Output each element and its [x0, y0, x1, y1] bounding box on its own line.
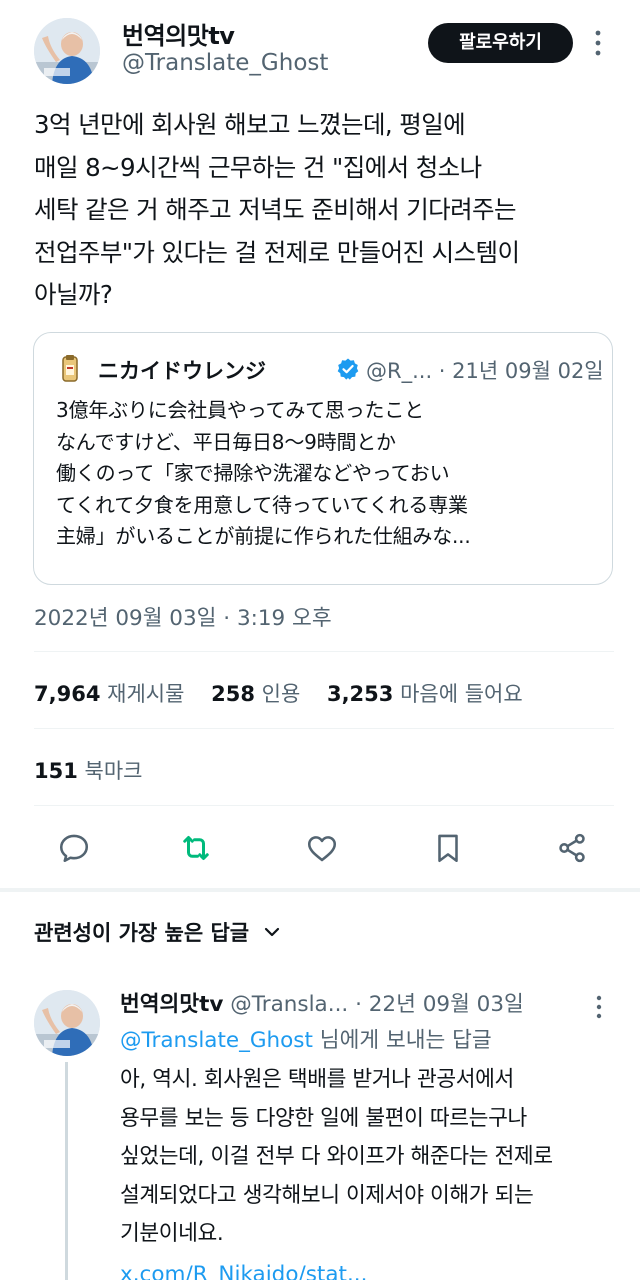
quoted-tweet-card[interactable]: ニカイドウレンジ @R_... · 21년 09월 02일 3億年ぶりに会社員や… [33, 332, 613, 585]
chevron-down-icon [262, 922, 282, 947]
quotes-count: 258 [211, 682, 255, 706]
more-vertical-icon[interactable] [590, 992, 608, 1022]
reply-header: 번역의맛tv @Transla... · 22년 09월 03일 [120, 987, 524, 1018]
bookmarks-count: 151 [34, 759, 78, 783]
reply-mention-link[interactable]: @Translate_Ghost [120, 1028, 313, 1053]
quotes-label: 인용 [261, 682, 301, 706]
divider [34, 805, 614, 806]
divider [34, 728, 614, 729]
retweets-stat[interactable]: 7,964 재게시물 [34, 678, 184, 708]
follow-button[interactable]: 팔로우하기 [428, 23, 573, 63]
section-divider [0, 888, 640, 892]
reply-url-link[interactable]: x.com/R_Nikaido/stat... [120, 1262, 367, 1280]
reply-author-name[interactable]: 번역의맛tv [120, 992, 223, 1017]
author-avatar[interactable] [34, 18, 100, 84]
reply-sort-dropdown[interactable]: 관련성이 가장 높은 답글 [34, 917, 282, 947]
like-icon[interactable] [300, 826, 344, 870]
reply-text: 아, 역시. 회사원은 택배를 받거나 관공서에서 용무를 보는 등 다양한 일… [120, 1067, 553, 1246]
tweet-text: 3억 년만에 회사원 해보고 느꼈는데, 평일에 매일 8~9시간씩 근무하는 … [34, 110, 520, 309]
quotes-stat[interactable]: 258 인용 [211, 678, 300, 708]
more-vertical-icon[interactable] [588, 26, 608, 60]
share-icon[interactable] [550, 826, 594, 870]
reply-to-suffix: 님에게 보내는 답글 [312, 1028, 492, 1053]
bookmark-icon[interactable] [426, 826, 470, 870]
quote-author-name: ニカイドウレンジ [98, 359, 266, 383]
likes-label: 마음에 들어요 [400, 682, 523, 706]
bookmarks-stat[interactable]: 151 북마크 [34, 755, 143, 785]
reply-sort-label: 관련성이 가장 높은 답글 [34, 921, 250, 945]
retweets-label: 재게시물 [107, 682, 185, 706]
verified-badge-icon [336, 357, 360, 381]
thread-connector-line [65, 1062, 68, 1280]
author-display-name[interactable]: 번역의맛tv [122, 16, 235, 51]
retweets-count: 7,964 [34, 682, 101, 706]
engagement-stats: 7,964 재게시물 258 인용 3,253 마음에 들어요 [34, 678, 543, 708]
divider [34, 651, 614, 652]
likes-count: 3,253 [326, 682, 394, 706]
quote-author-avatar [58, 353, 82, 385]
reply-handle-date: @Transla... · 22년 09월 03일 [230, 992, 524, 1017]
replying-to: @Translate_Ghost 님에게 보내는 답글 [120, 1023, 492, 1054]
author-handle[interactable]: @Translate_Ghost [122, 50, 328, 76]
quote-handle-date: @R_... · 21년 09월 02일 [366, 359, 604, 383]
retweet-icon[interactable] [174, 826, 218, 870]
tweet-timestamp[interactable]: 2022년 09월 03일 · 3:19 오후 [34, 601, 332, 632]
tweet-header: 번역의맛tv @Translate_Ghost 팔로우하기 [0, 0, 640, 100]
quote-text: 3億年ぶりに会社員やってみて思ったこと なんですけど、平日毎日8〜9時間とか 働… [56, 398, 471, 548]
action-bar [34, 826, 614, 870]
reply-author-avatar[interactable] [34, 990, 100, 1056]
likes-stat[interactable]: 3,253 마음에 들어요 [327, 678, 523, 708]
bookmarks-label: 북마크 [84, 759, 143, 783]
reply-icon[interactable] [52, 826, 96, 870]
